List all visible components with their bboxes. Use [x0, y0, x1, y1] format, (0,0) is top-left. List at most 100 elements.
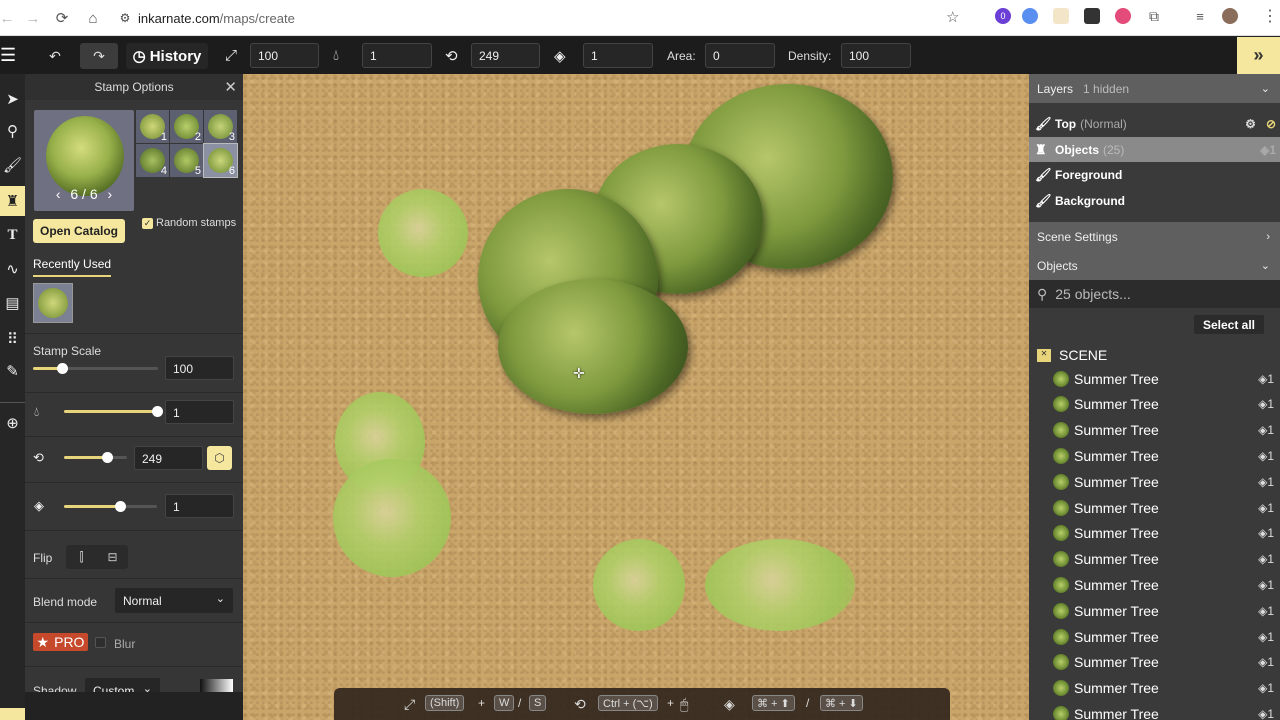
flip-horizontal-icon[interactable]: ⫿ — [66, 545, 97, 569]
blend-mode-select[interactable]: Normal ⌄ — [115, 588, 233, 613]
prev-stamp-icon[interactable]: ‹ — [56, 186, 61, 202]
stamp-scale-input[interactable]: 100 — [165, 356, 234, 380]
notes-tool-icon[interactable]: ▤ — [0, 288, 25, 318]
select-all-button[interactable]: Select all — [1194, 315, 1264, 334]
text-tool-icon[interactable]: T — [0, 220, 25, 250]
random-rotation-button[interactable]: ⬡ — [207, 446, 232, 470]
flip-vertical-icon[interactable]: ⊟ — [97, 545, 128, 569]
redo-button[interactable]: ↷ — [80, 43, 118, 69]
stamp-tool-icon[interactable]: ♜ — [0, 186, 25, 216]
opacity-input[interactable]: 1 — [165, 400, 234, 424]
object-list-item[interactable]: Summer Tree ◈1 — [1029, 598, 1280, 623]
layer-input[interactable]: 1 — [165, 494, 234, 518]
slider-knob[interactable] — [152, 406, 163, 417]
select-tool-icon[interactable]: ➤ — [0, 84, 25, 114]
stamp-thumbnail-selected[interactable]: 6 — [203, 143, 238, 178]
undo-button[interactable]: ↶ — [36, 43, 74, 69]
app-toolbar: ☰ ↶ ↷ ◷ History ⤢ 100 💧︎ 1 ⟲ 249 ◈ 1 Area… — [0, 37, 1280, 74]
extensions-puzzle-icon[interactable]: ⧉ — [1146, 8, 1162, 24]
opacity-input[interactable]: 1 — [362, 43, 432, 68]
object-list-item[interactable]: Summer Tree ◈1 — [1029, 495, 1280, 520]
zoom-tool-icon[interactable]: ⊕ — [0, 408, 25, 438]
magic-wand-tool-icon[interactable]: ✎ — [0, 356, 25, 386]
address-bar[interactable]: ⚙ inkarnate.com/maps/create — [112, 4, 972, 32]
scene-settings-header[interactable]: Scene Settings › — [1029, 222, 1280, 251]
layers-header[interactable]: Layers 1 hidden ⌄ — [1029, 74, 1280, 103]
object-list-item[interactable]: Summer Tree ◈1 — [1029, 443, 1280, 468]
extension-badge-icon[interactable]: 0 — [995, 8, 1011, 24]
shadow-color-swatch[interactable] — [200, 679, 233, 692]
area-input[interactable]: 0 — [705, 43, 775, 68]
opacity-slider[interactable] — [64, 406, 163, 417]
stamp-scale-slider[interactable] — [33, 363, 158, 374]
object-list-item[interactable]: Summer Tree ◈1 — [1029, 547, 1280, 572]
blur-checkbox[interactable] — [95, 637, 106, 648]
object-list-item[interactable]: Summer Tree ◈1 — [1029, 624, 1280, 649]
expand-panel-button[interactable]: » — [1237, 37, 1280, 74]
object-list-item[interactable]: Summer Tree ◈1 — [1029, 521, 1280, 546]
layer-input[interactable]: 1 — [583, 43, 653, 68]
stamp-thumbnail[interactable]: 4 — [136, 144, 169, 177]
slider-knob[interactable] — [102, 452, 114, 463]
layer-row-top[interactable]: 🖌︎ Top (Normal) ⚙ ⊘ — [1029, 111, 1280, 137]
extension-icon[interactable] — [1053, 8, 1069, 24]
history-button[interactable]: ◷ History — [126, 43, 208, 69]
home-icon[interactable]: ⌂ — [78, 3, 108, 33]
rotation-input[interactable]: 249 — [134, 446, 203, 470]
slider-knob[interactable] — [56, 363, 68, 374]
recently-used-tab[interactable]: Recently Used — [33, 257, 112, 277]
map-canvas[interactable]: ✛ ⤢ (Shift) + W / S ⟲ Ctrl + (⌥) + 🖱︎ ◈ … — [243, 74, 1029, 720]
media-control-icon[interactable]: ≡ — [1192, 8, 1208, 24]
profile-avatar[interactable] — [1222, 8, 1238, 24]
reload-icon[interactable]: ⟳ — [47, 3, 77, 33]
layer-row-objects[interactable]: ♜ Objects (25) ◈1 — [1029, 137, 1280, 163]
slider-knob[interactable] — [114, 501, 126, 512]
objects-search[interactable]: ⚲ 25 objects... — [1029, 280, 1280, 308]
grid-tool-icon[interactable]: ⠿ — [0, 324, 25, 354]
object-list-item[interactable]: Summer Tree ◈1 — [1029, 701, 1280, 720]
object-list-item[interactable]: Summer Tree ◈1 — [1029, 572, 1280, 597]
next-stamp-icon[interactable]: › — [108, 186, 113, 202]
pro-badge[interactable]: ★ PRO — [33, 633, 88, 651]
layer-slider[interactable] — [64, 501, 157, 512]
rotation-slider[interactable] — [64, 452, 127, 463]
density-input[interactable]: 100 — [841, 43, 911, 68]
stamp-thumbnail[interactable]: 3 — [204, 110, 237, 143]
browser-menu-icon[interactable]: ⋮ — [1262, 6, 1278, 26]
shadow-select[interactable]: Custom ⌄ — [85, 678, 160, 692]
stamp-thumbnail[interactable]: 2 — [170, 110, 203, 143]
scene-row[interactable]: ✕ SCENE — [1037, 347, 1107, 363]
stamp-thumbnail[interactable]: 1 — [136, 110, 169, 143]
close-icon[interactable]: ✕ — [224, 78, 237, 96]
object-list-item[interactable]: Summer Tree ◈1 — [1029, 650, 1280, 675]
size-input[interactable]: 100 — [250, 43, 319, 68]
site-settings-icon[interactable]: ⚙ — [112, 11, 138, 25]
object-list-item[interactable]: Summer Tree ◈1 — [1029, 418, 1280, 443]
extension-pink-icon[interactable] — [1115, 8, 1131, 24]
brush-tool-icon[interactable]: 🖌︎ — [0, 150, 25, 180]
object-layer: ◈1 — [1258, 552, 1274, 566]
object-list-item[interactable]: Summer Tree ◈1 — [1029, 392, 1280, 417]
pin-tool-icon[interactable]: ⚲ — [0, 116, 25, 146]
object-list-item[interactable]: Summer Tree ◈1 — [1029, 469, 1280, 494]
layer-row-foreground[interactable]: 🖌︎ Foreground — [1029, 162, 1280, 188]
layer-row-background[interactable]: 🖌︎ Background — [1029, 188, 1280, 214]
stamp-thumbnail[interactable]: 5 — [170, 144, 203, 177]
gear-icon[interactable]: ⚙ — [1245, 117, 1256, 131]
rail-bottom-button[interactable] — [0, 708, 25, 720]
recent-stamp-thumbnail[interactable] — [33, 283, 73, 323]
random-stamps-checkbox[interactable]: ✓ — [142, 218, 153, 229]
tree-stamp[interactable] — [498, 279, 688, 414]
eye-hidden-icon[interactable]: ⊘ — [1266, 117, 1276, 131]
shazam-extension-icon[interactable] — [1022, 8, 1038, 24]
objects-header[interactable]: Objects ⌄ — [1029, 251, 1280, 280]
bookmark-star-icon[interactable]: ☆ — [946, 8, 959, 26]
open-catalog-button[interactable]: Open Catalog — [33, 219, 125, 243]
object-list-item[interactable]: Summer Tree ◈1 — [1029, 676, 1280, 701]
hamburger-menu-icon[interactable]: ☰ — [0, 46, 16, 64]
forward-icon[interactable]: → — [18, 3, 48, 33]
rotation-input[interactable]: 249 — [471, 43, 540, 68]
object-list-item[interactable]: Summer Tree ◈1 — [1029, 366, 1280, 391]
react-devtools-icon[interactable] — [1084, 8, 1100, 24]
path-tool-icon[interactable]: ∿ — [0, 254, 25, 284]
